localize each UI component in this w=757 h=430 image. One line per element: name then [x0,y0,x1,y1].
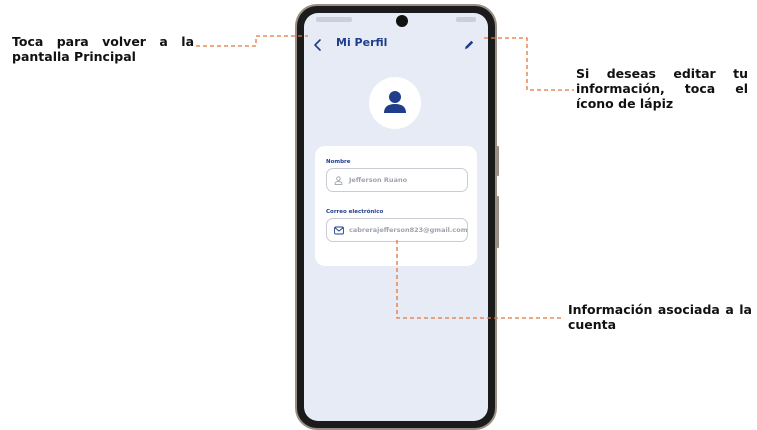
back-button[interactable] [311,37,325,51]
front-camera [396,15,408,27]
annotation-account-info: Información asociada a la cuenta [568,302,752,332]
phone-screen: Mi Perfil Nombre Jefferson Ruano Correo … [304,13,488,421]
leader-back [196,35,308,47]
page-title: Mi Perfil [336,36,388,49]
status-icons-left [316,17,352,22]
email-label: Correo electrónico [326,209,384,215]
user-icon [334,176,343,185]
leader-edit [484,37,574,91]
email-value: cabrerajefferson823@gmail.com [349,226,468,234]
chevron-left-icon [314,39,321,51]
status-icons-right [456,17,476,22]
avatar [369,77,421,129]
power-button [496,196,499,248]
volume-button [496,146,499,176]
annotation-back: Toca para volver a la pantalla Principal [12,34,194,64]
account-info-card: Nombre Jefferson Ruano Correo electrónic… [315,146,477,266]
user-avatar-icon [384,91,406,113]
name-label: Nombre [326,159,351,165]
mail-icon [334,226,344,235]
email-field[interactable]: cabrerajefferson823@gmail.com [326,218,468,242]
name-field[interactable]: Jefferson Ruano [326,168,468,192]
edit-button[interactable] [462,37,476,51]
pencil-icon [464,40,474,50]
annotation-edit: Si deseas editar tu información, toca el… [576,66,748,111]
name-value: Jefferson Ruano [349,176,408,184]
phone-frame: Mi Perfil Nombre Jefferson Ruano Correo … [297,6,499,428]
